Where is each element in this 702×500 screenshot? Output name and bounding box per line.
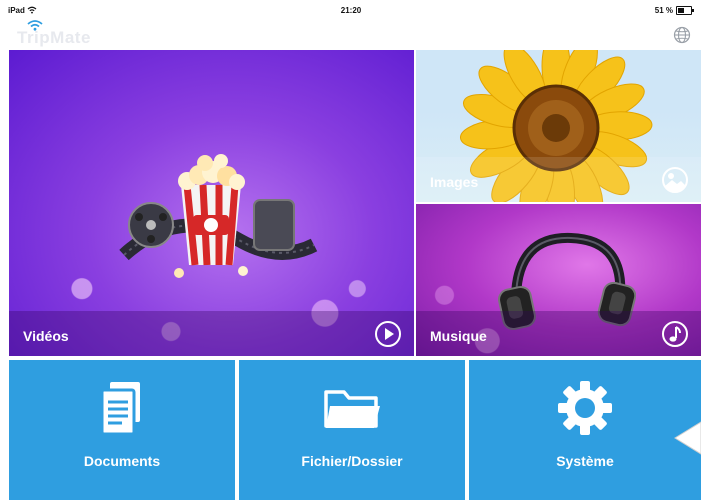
photo-icon[interactable] [661,166,689,194]
tile-documents[interactable]: Documents [9,360,235,500]
tile-images-label: Images [430,174,479,190]
globe-icon[interactable] [672,25,692,45]
tile-folder-label: Fichier/Dossier [301,453,403,469]
app-logo: TripMate [17,19,127,47]
tile-videos[interactable]: Vidéos [9,50,414,356]
arrow-left-icon[interactable] [671,418,701,458]
tile-folder[interactable]: Fichier/Dossier [239,360,465,500]
battery-percent: 51 % [654,6,673,15]
tile-videos-bar [9,311,414,356]
tile-system-label: Système [556,453,614,469]
tile-images[interactable]: Images [416,50,701,202]
app-name: TripMate [17,28,91,47]
status-bar: iPad 21:20 51 % [0,0,702,20]
tile-music[interactable]: Musique [416,204,701,356]
tile-documents-label: Documents [83,453,161,469]
status-right: 51 % [654,6,694,15]
battery-icon [676,6,694,15]
play-icon[interactable] [374,320,402,348]
music-note-icon[interactable] [661,320,689,348]
popcorn-film-illustration [119,154,318,278]
gear-icon [558,381,612,435]
documents-icon [100,382,140,436]
tile-system[interactable]: Système [469,360,701,500]
tile-music-label: Musique [430,328,487,344]
status-time: 21:20 [340,6,362,15]
folder-icon [324,390,380,428]
tile-videos-label: Vidéos [23,328,69,344]
